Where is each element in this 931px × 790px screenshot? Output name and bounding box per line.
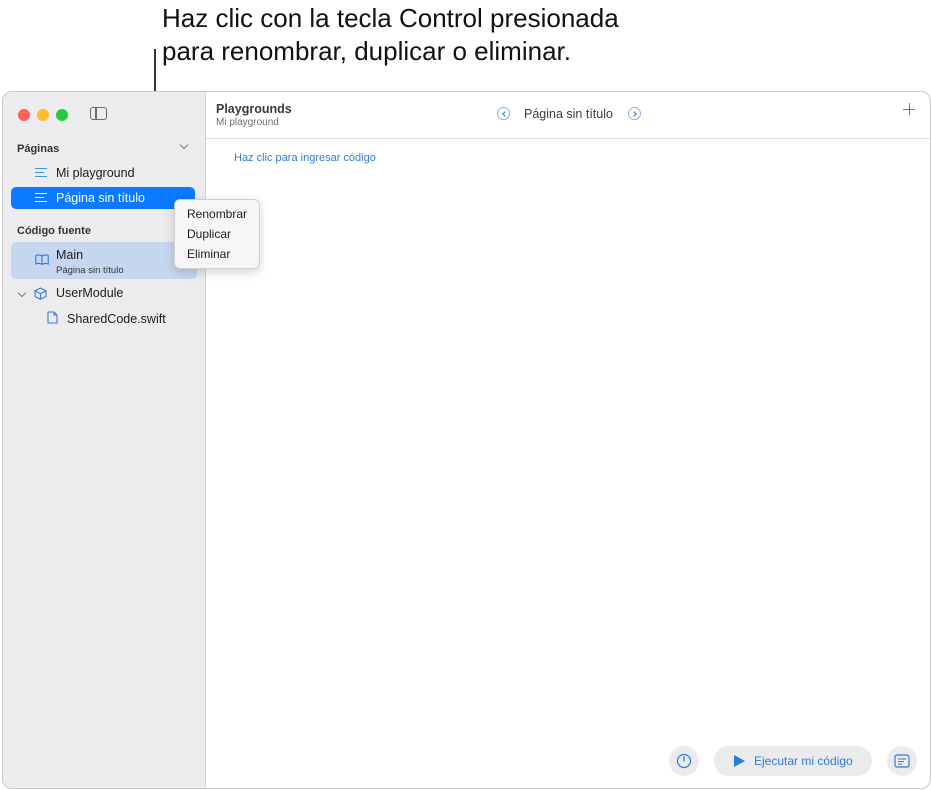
book-icon [35,254,49,265]
pages-section-title: Páginas [17,143,60,155]
menu-item-duplicar[interactable]: Duplicar [187,227,231,241]
source-section-title: Código fuente [17,225,91,237]
menu-item-renombrar[interactable]: Renombrar [187,207,247,221]
play-icon [734,755,745,767]
sidebar-item-label: Página sin título [56,191,145,205]
run-code-button[interactable]: Ejecutar mi código [714,746,872,776]
callout-line-1: Haz clic con la tecla Control presionada [162,3,619,33]
sidebar-item-pagina-sin-titulo[interactable]: Página sin título [11,187,195,209]
menu-item-eliminar[interactable]: Eliminar [187,247,230,261]
toolbar-title: Playgrounds [216,102,292,116]
toolbar-subtitle: Mi playground [216,117,279,128]
console-icon [894,754,910,768]
document-icon [47,311,58,324]
toolbar: Playgrounds Mi playground Página sin tít… [206,92,930,139]
main-area: Playgrounds Mi playground Página sin tít… [206,92,930,788]
sidebar-toggle-icon[interactable] [90,107,107,120]
run-code-label: Ejecutar mi código [754,754,853,768]
sidebar-item-label: Mi playground [56,166,135,180]
speed-button[interactable] [669,746,699,776]
code-editor-hint[interactable]: Haz clic para ingresar código [234,152,376,164]
previous-page-icon[interactable] [497,107,510,120]
page-lines-icon [35,168,47,178]
cube-icon [34,287,47,300]
zoom-window-button[interactable] [56,109,68,121]
context-menu: Renombrar Duplicar Eliminar [174,199,260,269]
callout-text: Haz clic con la tecla Control presionada… [162,2,619,68]
minimize-window-button[interactable] [37,109,49,121]
playground-window: Páginas Mi playground Página sin título … [2,91,931,789]
close-window-button[interactable] [18,109,30,121]
chevron-down-icon[interactable] [179,140,189,150]
sidebar-item-usermodule[interactable]: UserModule [56,286,123,300]
current-page-title: Página sin título [524,107,613,121]
sidebar-item-sharedcode[interactable]: SharedCode.swift [67,312,166,326]
gauge-icon [676,753,692,769]
sidebar: Páginas Mi playground Página sin título … [3,92,206,788]
add-page-icon[interactable] [903,103,915,115]
callout-line-2: para renombrar, duplicar o eliminar. [162,36,571,66]
main-file-subtitle: Página sin título [56,265,124,276]
disclosure-chevron-icon[interactable] [17,288,27,298]
console-button[interactable] [887,746,917,776]
sidebar-item-mi-playground[interactable]: Mi playground [11,162,195,184]
page-lines-icon [35,193,47,203]
sidebar-item-main[interactable]: Main Página sin título [11,242,197,279]
main-file-title: Main [56,248,84,262]
next-page-icon[interactable] [628,107,641,120]
